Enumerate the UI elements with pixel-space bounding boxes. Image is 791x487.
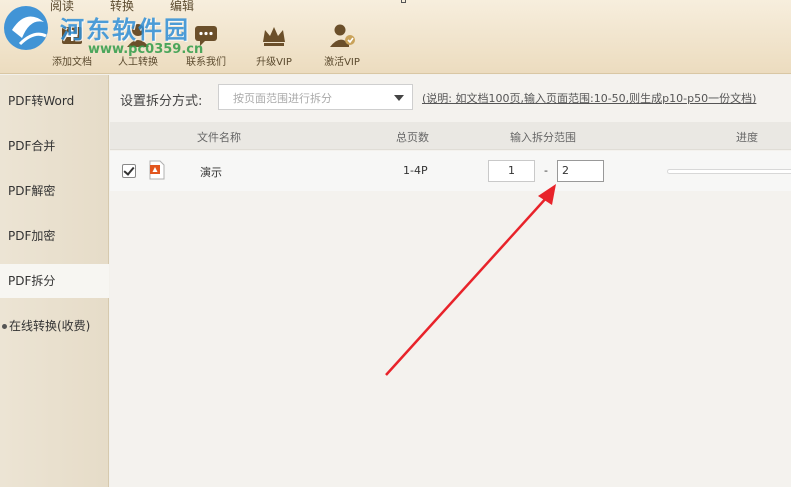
split-instructions-link[interactable]: (说明: 如文档100页,输入页面范围:10-50,则生成p10-p50一份文档… — [422, 90, 756, 106]
split-mode-label: 设置拆分方式: — [120, 94, 203, 109]
split-mode-select[interactable]: 按页面范围进行拆分 — [218, 84, 413, 110]
crown-icon — [263, 27, 285, 46]
chevron-down-icon — [394, 95, 404, 101]
sidebar: PDF转Word PDF合并 PDF解密 PDF加密 PDF拆分 在线转换(收费… — [0, 75, 109, 487]
header-split-range: 输入拆分范围 — [510, 131, 576, 144]
pdf-file-icon — [149, 160, 165, 180]
sidebar-item-pdf-merge[interactable]: PDF合并 — [0, 129, 109, 163]
cursor-mark — [401, 0, 406, 3]
range-start-input[interactable]: 1 — [488, 160, 535, 182]
activate-vip-icon — [330, 24, 355, 47]
activate-vip-button[interactable]: 激活VIP — [312, 20, 372, 68]
sidebar-item-pdf-encrypt[interactable]: PDF加密 — [0, 219, 109, 253]
header-progress: 进度 — [736, 131, 758, 144]
table-row: 演示 1-4P 1 - 2 — [110, 151, 791, 191]
progress-bar — [667, 169, 791, 174]
range-end-input[interactable]: 2 — [557, 160, 604, 182]
split-mode-value: 按页面范围进行拆分 — [233, 92, 332, 105]
row-checkbox[interactable] — [122, 164, 136, 178]
sidebar-item-online-convert[interactable]: 在线转换(收费) — [0, 309, 109, 343]
header-total-pages: 总页数 — [396, 131, 429, 144]
file-page-count: 1-4P — [403, 164, 428, 177]
sidebar-item-pdf-decrypt[interactable]: PDF解密 — [0, 174, 109, 208]
range-separator: - — [544, 164, 548, 177]
main-toolbar: 阅读 转换 编辑 添加文档 人工转换 联系我们 升级VIP 激活VIP 河东软件… — [0, 0, 791, 74]
file-table-header: 文件名称 总页数 输入拆分范围 进度 — [110, 122, 791, 150]
upgrade-vip-button[interactable]: 升级VIP — [244, 20, 304, 68]
watermark-text: 河东软件园 — [60, 16, 190, 44]
file-name: 演示 — [200, 166, 222, 179]
sidebar-item-pdf-to-word[interactable]: PDF转Word — [0, 84, 109, 118]
watermark-url: www.pc0359.cn — [88, 42, 204, 57]
bullet-icon — [2, 324, 7, 329]
sidebar-item-pdf-split[interactable]: PDF拆分 — [0, 264, 109, 298]
header-file-name: 文件名称 — [197, 131, 241, 144]
split-panel: 设置拆分方式: 按页面范围进行拆分 (说明: 如文档100页,输入页面范围:10… — [110, 75, 791, 487]
